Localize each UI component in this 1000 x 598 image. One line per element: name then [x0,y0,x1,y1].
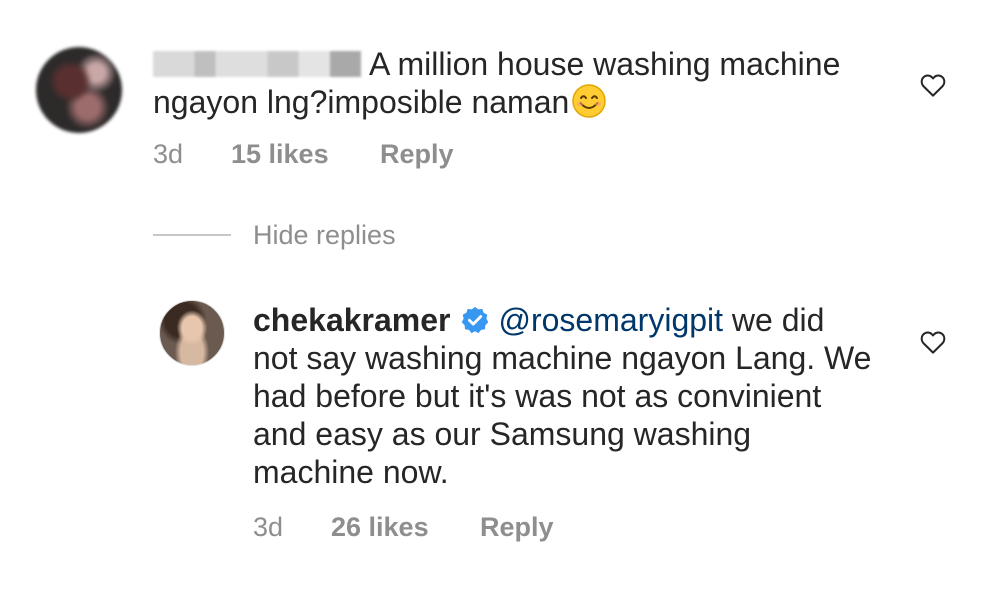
likes-count[interactable]: 15 likes [231,139,329,170]
verified-badge-icon [462,306,489,334]
avatar[interactable] [159,300,225,366]
likes-count[interactable]: 26 likes [331,512,429,543]
heart-outline-icon[interactable] [918,327,948,357]
timestamp: 3d [253,512,284,542]
comment-body: A million house washing machine ngayon l… [153,45,893,121]
hide-replies-button[interactable]: Hide replies [253,220,396,251]
reply-button[interactable]: Reply [480,512,554,543]
reply-button[interactable]: Reply [380,139,454,170]
timestamp: 3d [153,139,184,169]
avatar[interactable] [36,47,122,133]
smiling-face-emoji [572,84,607,118]
mention-link[interactable]: @rosemaryigpit [498,302,723,338]
heart-outline-icon[interactable] [918,70,948,100]
replies-divider [153,234,231,236]
reply-body: chekakramer @rosemaryigpit we did not sa… [253,301,873,491]
username[interactable]: chekakramer [253,302,450,338]
blurred-username[interactable] [153,51,361,77]
